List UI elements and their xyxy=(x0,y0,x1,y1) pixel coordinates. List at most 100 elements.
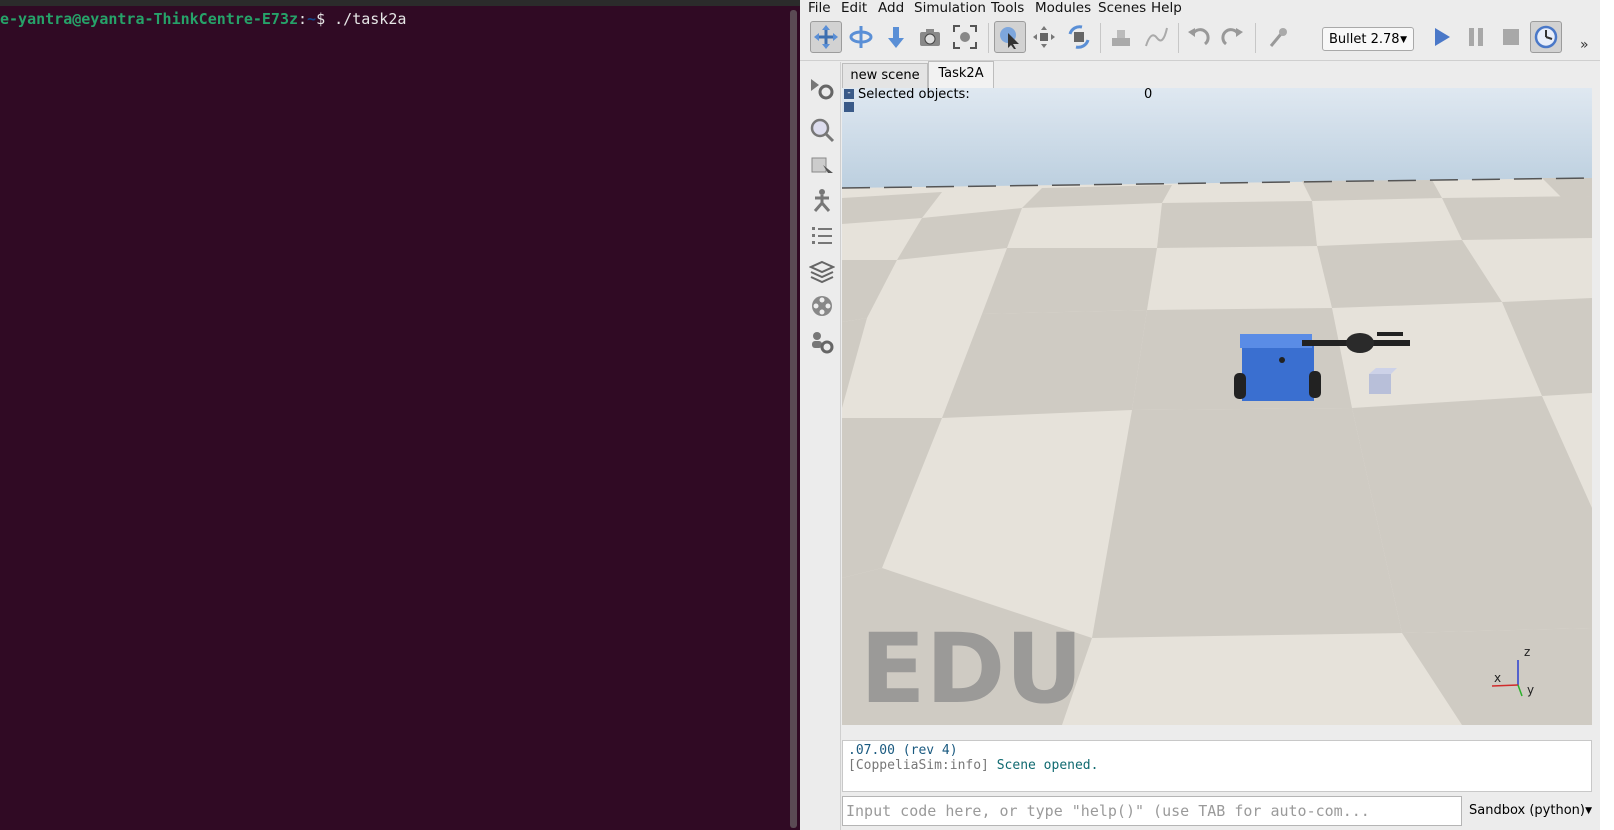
physics-engine-select[interactable]: Bullet 2.78 ▼ xyxy=(1322,27,1414,51)
terminal-prompt-symbol: $ xyxy=(316,10,335,28)
toolbar-separator xyxy=(1100,23,1101,53)
toolbar-separator xyxy=(1178,23,1179,53)
physics-engine-value: Bullet 2.78 xyxy=(1329,32,1400,47)
console-info-message: Scene opened. xyxy=(988,758,1099,773)
left-toolbar xyxy=(800,62,841,830)
video-recorder-button[interactable] xyxy=(808,292,836,320)
camera-shift-button[interactable] xyxy=(880,21,912,53)
object-rotate-button[interactable] xyxy=(1063,21,1095,53)
select-cursor-icon xyxy=(1000,27,1019,49)
terminal-prompt-line: e-yantra@eyantra-ThinkCentre-E73z:~$ ./t… xyxy=(0,9,406,29)
model-browser-button[interactable] xyxy=(808,116,836,144)
down-arrow-icon xyxy=(888,27,904,48)
expand-toggle[interactable] xyxy=(844,102,854,112)
fit-to-view-button[interactable] xyxy=(949,21,981,53)
toolbar-overflow-button[interactable]: » xyxy=(1580,37,1589,53)
camera-pan-button[interactable] xyxy=(810,21,842,53)
scene-viewport[interactable]: EDU z x y - Selected objects: 0 xyxy=(842,88,1592,725)
simulation-settings-button[interactable] xyxy=(808,74,836,102)
real-time-toggle-button[interactable] xyxy=(1530,21,1562,53)
layers-icon xyxy=(809,260,835,284)
chevron-down-icon: ▼ xyxy=(1400,35,1407,45)
selected-objects-label: Selected objects: xyxy=(858,88,970,102)
move-arrows-icon xyxy=(814,25,838,49)
terminal-top-edge xyxy=(0,0,800,6)
kinematics-button[interactable] xyxy=(808,186,836,214)
console-info-tag: [CoppeliaSim:info] xyxy=(848,758,989,773)
toolbar-separator xyxy=(1255,23,1256,53)
terminal-command: ./task2a xyxy=(334,10,407,28)
rotate-arrows-icon xyxy=(849,26,873,48)
start-simulation-button[interactable] xyxy=(1425,21,1457,53)
stop-simulation-button[interactable] xyxy=(1495,21,1527,53)
chevron-down-icon: ▼ xyxy=(1585,806,1592,816)
terminal-window[interactable]: e-yantra@eyantra-ThinkCentre-E73z:~$ ./t… xyxy=(0,0,800,830)
axis-label-x: x xyxy=(1494,671,1501,685)
terminal-path: ~ xyxy=(307,10,317,28)
menu-simulation[interactable]: Simulation xyxy=(914,0,986,16)
cube-cursor-icon xyxy=(811,157,833,173)
tab-new-scene[interactable]: new scene xyxy=(842,63,928,88)
stop-icon xyxy=(1503,29,1519,45)
terminal-user-host: e-yantra@eyantra-ThinkCentre-E73z xyxy=(0,10,299,28)
console-line-info: [CoppeliaSim:info] Scene opened. xyxy=(848,758,1586,773)
dynamics-icon xyxy=(1269,28,1287,47)
assemble-button[interactable] xyxy=(1105,21,1137,53)
film-reel-icon xyxy=(812,296,832,316)
object-rotate-icon xyxy=(1068,25,1090,49)
robot-arm-icon xyxy=(813,189,831,212)
coppeliasim-window: File Edit Add Simulation Tools Modules S… xyxy=(800,0,1600,830)
console-line-version: .07.00 (rev 4) xyxy=(848,743,958,758)
object-shift-button[interactable] xyxy=(1028,21,1060,53)
object-move-icon xyxy=(1033,26,1055,48)
menu-scenes[interactable]: Scenes xyxy=(1098,0,1146,16)
menu-file[interactable]: File xyxy=(808,0,831,16)
dynamics-toggle-button[interactable] xyxy=(1262,21,1294,53)
scene-hierarchy-button[interactable] xyxy=(808,150,836,178)
axis-label-y: y xyxy=(1527,683,1534,697)
tab-task2a[interactable]: Task2A xyxy=(928,61,994,88)
path-edit-button[interactable] xyxy=(1140,21,1172,53)
menu-modules[interactable]: Modules xyxy=(1035,0,1091,16)
undo-button[interactable] xyxy=(1182,21,1214,53)
collapse-toggle[interactable]: - xyxy=(844,89,854,99)
code-input-field[interactable]: Input code here, or type "help()" (use T… xyxy=(842,796,1462,826)
clock-icon xyxy=(1534,25,1558,49)
sandbox-language-select[interactable]: Sandbox (python) ▼ xyxy=(1464,797,1600,827)
user-settings-button[interactable] xyxy=(808,328,836,356)
camera-rotate-button[interactable] xyxy=(845,21,877,53)
status-console: .07.00 (rev 4) [CoppeliaSim:info] Scene … xyxy=(842,740,1592,792)
path-edit-icon xyxy=(1145,27,1168,47)
toolbar-separator xyxy=(988,23,989,53)
redo-icon xyxy=(1221,28,1243,46)
menu-tools[interactable]: Tools xyxy=(991,0,1024,16)
selected-objects-count: 0 xyxy=(1144,88,1153,102)
fit-view-icon xyxy=(953,25,977,49)
terminal-separator: : xyxy=(298,10,308,28)
sandbox-language-value: Sandbox (python) xyxy=(1469,803,1585,818)
selected-objects-bar: - Selected objects: 0 xyxy=(842,88,1592,112)
pause-simulation-button[interactable] xyxy=(1460,21,1492,53)
undo-icon xyxy=(1188,28,1210,46)
menu-bar: File Edit Add Simulation Tools Modules S… xyxy=(800,0,1600,16)
script-list-button[interactable] xyxy=(808,222,836,250)
magnifier-icon xyxy=(810,118,835,143)
assemble-icon xyxy=(1112,30,1130,46)
sim-settings-icon xyxy=(811,79,834,100)
scene-render[interactable]: EDU z x y xyxy=(842,88,1592,725)
camera-icon xyxy=(920,29,940,46)
object-select-button[interactable] xyxy=(994,21,1026,53)
play-icon xyxy=(1435,28,1450,46)
camera-button[interactable] xyxy=(914,21,946,53)
terminal-scrollbar[interactable] xyxy=(790,10,797,828)
list-icon xyxy=(812,227,832,244)
menu-edit[interactable]: Edit xyxy=(841,0,867,16)
main-toolbar: Bullet 2.78 ▼ » xyxy=(800,17,1600,61)
viewport-scrollbar[interactable] xyxy=(1592,88,1600,830)
console-splitter[interactable] xyxy=(842,728,1592,738)
redo-button[interactable] xyxy=(1217,21,1249,53)
user-gear-icon xyxy=(812,332,834,354)
menu-add[interactable]: Add xyxy=(878,0,904,16)
menu-help[interactable]: Help xyxy=(1151,0,1182,16)
layers-button[interactable] xyxy=(808,258,836,286)
